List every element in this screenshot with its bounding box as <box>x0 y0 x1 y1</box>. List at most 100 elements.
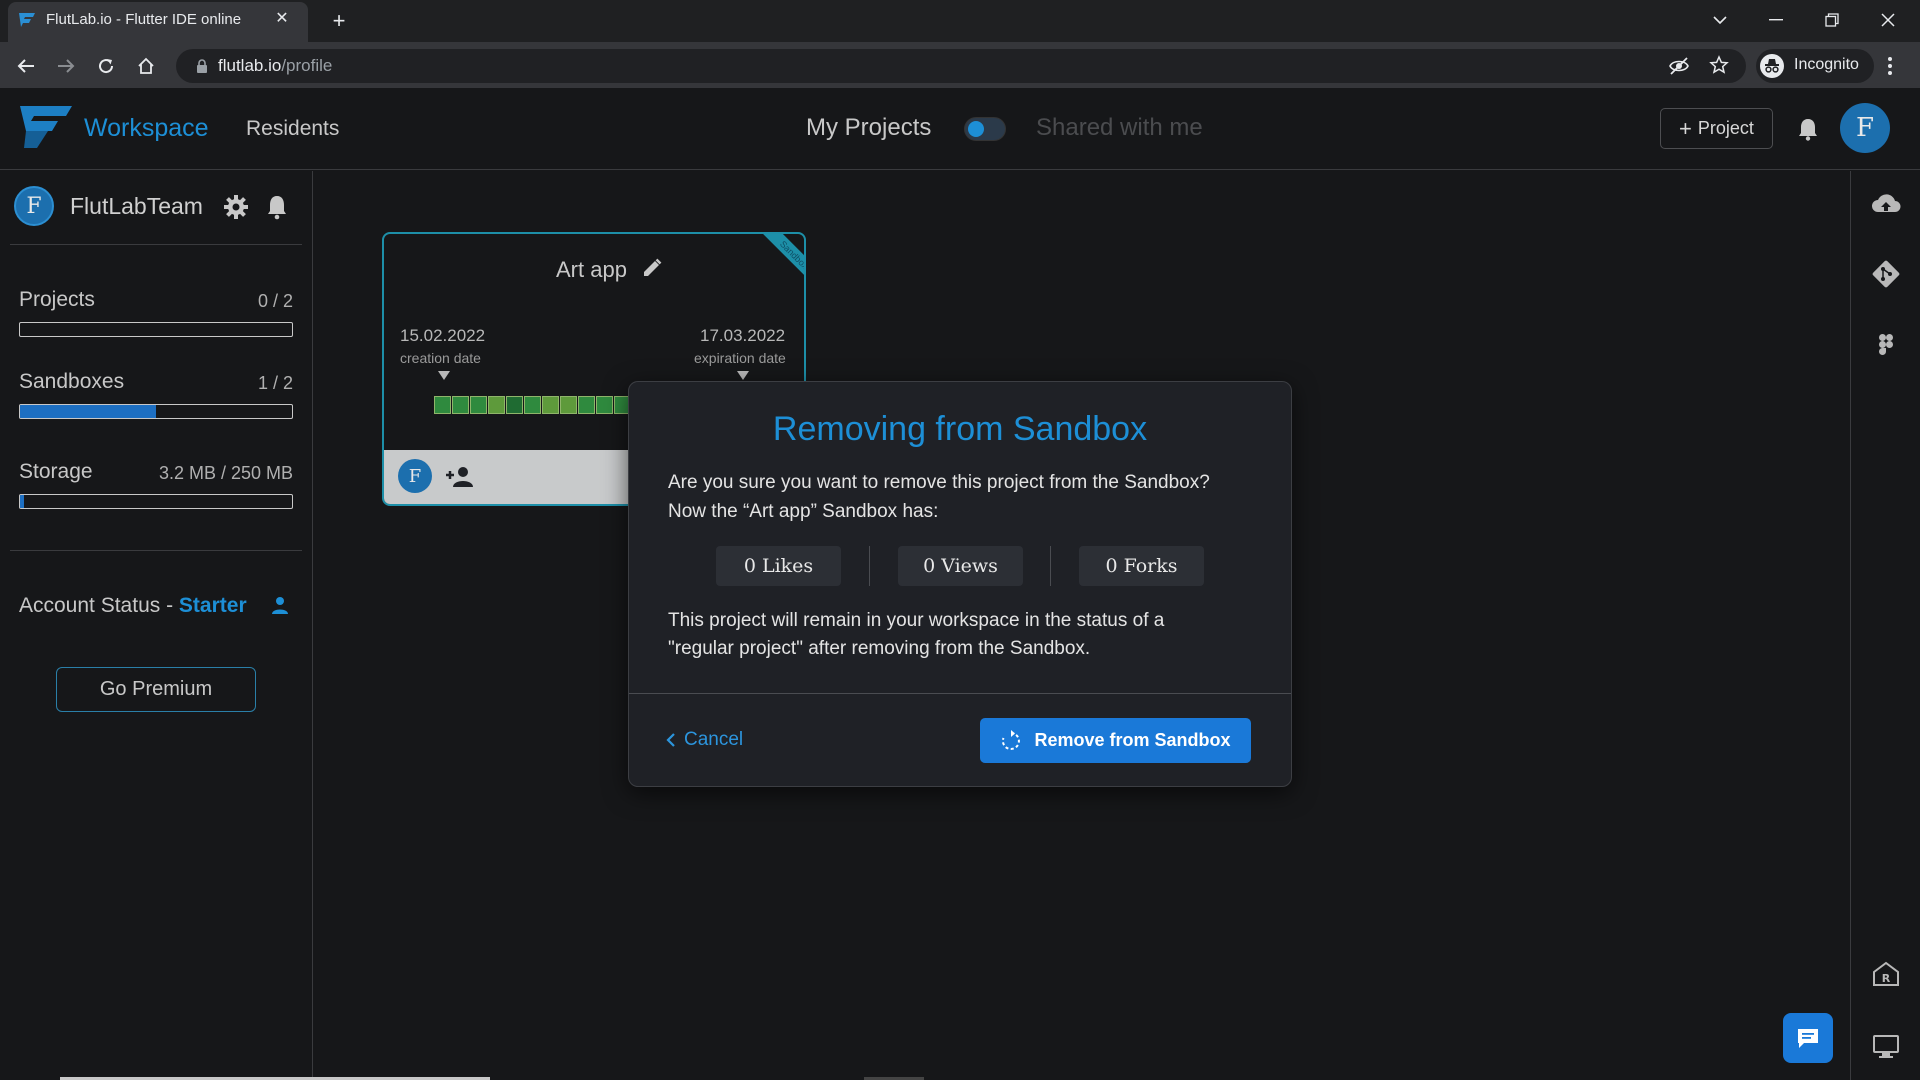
stat-separator <box>1050 546 1051 586</box>
sidebar-divider <box>10 550 302 551</box>
timeline-cell <box>524 396 541 414</box>
projects-count: 0 / 2 <box>257 291 293 311</box>
projects-label: Projects <box>19 288 95 311</box>
timeline-cell <box>578 396 595 414</box>
gear-icon[interactable] <box>223 194 249 220</box>
storage-count: 3.2 MB / 250 MB <box>158 463 293 483</box>
eye-off-icon[interactable] <box>1668 56 1690 76</box>
back-icon[interactable] <box>12 52 40 80</box>
expiration-date: 17.03.2022 <box>700 326 786 345</box>
creation-date: 15.02.2022 <box>400 326 486 345</box>
minimize-icon[interactable] <box>1748 0 1804 40</box>
chat-button[interactable] <box>1783 1013 1833 1063</box>
incognito-label: Incognito <box>1794 56 1859 73</box>
timeline-cell <box>434 396 451 414</box>
timeline-cell <box>506 396 523 414</box>
card-owner-avatar[interactable]: F <box>398 459 432 493</box>
project-title[interactable]: Art app <box>556 257 627 283</box>
sandboxes-label: Sandboxes <box>19 370 125 393</box>
tab-close-icon[interactable]: ✕ <box>272 9 292 29</box>
expiration-date-label: expiration date <box>694 350 786 366</box>
creation-date-label: creation date <box>400 350 481 366</box>
timeline-cell <box>542 396 559 414</box>
tab-title: FlutLab.io - Flutter IDE online <box>46 11 242 28</box>
views-stat: 0 Views <box>898 546 1023 586</box>
url-text[interactable]: flutlab.io/profile <box>218 56 332 76</box>
dialog-sandbox-has: Now the “Art app” Sandbox has: <box>668 501 939 522</box>
sandboxes-count: 1 / 2 <box>257 373 293 393</box>
incognito-icon <box>1760 54 1784 78</box>
timeline-cells <box>434 396 632 414</box>
restore-icon[interactable] <box>1804 0 1860 40</box>
timeline-cell <box>596 396 613 414</box>
address-bar[interactable] <box>176 49 1746 83</box>
sandboxes-progress-fill <box>20 405 156 418</box>
team-name[interactable]: FlutLabTeam <box>70 193 203 220</box>
account-tier[interactable]: Starter <box>179 594 247 617</box>
browser-menu-icon[interactable] <box>1887 56 1893 76</box>
user-avatar[interactable]: F <box>1840 103 1890 153</box>
desktop-icon[interactable] <box>1870 1030 1902 1062</box>
git-icon[interactable] <box>1870 258 1902 290</box>
restore-arrow-icon <box>1002 729 1021 750</box>
new-tab-icon[interactable]: + <box>326 8 352 34</box>
toggle-knob <box>968 121 984 137</box>
close-window-icon[interactable] <box>1860 0 1916 40</box>
team-avatar[interactable]: F <box>14 186 54 226</box>
add-user-icon[interactable] <box>445 465 475 489</box>
go-premium-button[interactable]: Go Premium <box>56 667 256 712</box>
sandbox-ribbon: Sandbox <box>740 234 804 298</box>
storage-progress-fill <box>20 495 24 508</box>
reload-icon[interactable] <box>92 52 120 80</box>
dialog-divider <box>629 693 1291 694</box>
creation-date-marker <box>438 371 450 380</box>
sandboxes-progress-bar <box>19 404 293 419</box>
account-status-label: Account Status - <box>19 594 179 617</box>
url-domain: flutlab.io <box>218 56 282 75</box>
figma-icon[interactable] <box>1870 330 1902 362</box>
storage-label: Storage <box>19 460 93 483</box>
my-projects-label[interactable]: My Projects <box>806 114 931 142</box>
home-icon[interactable] <box>132 52 160 80</box>
flutlab-logo-icon[interactable] <box>18 104 74 150</box>
cloud-upload-icon[interactable] <box>1870 188 1902 220</box>
dialog-note-line1: This project will remain in your workspa… <box>668 610 1165 631</box>
right-rail <box>1850 171 1920 1080</box>
registry-icon[interactable]: R <box>1870 958 1902 990</box>
svg-text:R: R <box>1882 972 1891 985</box>
timeline-cell <box>488 396 505 414</box>
storage-progress-bar <box>19 494 293 509</box>
lock-icon <box>197 59 207 73</box>
team-bell-icon[interactable] <box>266 194 288 220</box>
cancel-button[interactable]: Cancel <box>666 727 743 753</box>
timeline-cell <box>452 396 469 414</box>
expiration-date-marker <box>737 371 749 380</box>
nav-residents[interactable]: Residents <box>246 117 339 141</box>
chat-icon <box>1798 1029 1818 1048</box>
new-project-label: Project <box>1697 118 1754 138</box>
dialog-title: Removing from Sandbox <box>772 410 1148 448</box>
shared-with-me-label[interactable]: Shared with me <box>1036 114 1203 142</box>
dialog-note-line2: "regular project" after removing from th… <box>668 638 1091 659</box>
timeline-cell <box>470 396 487 414</box>
url-path: /profile <box>281 56 333 75</box>
projects-progress-bar <box>19 322 293 337</box>
star-icon[interactable] <box>1709 55 1729 75</box>
pencil-icon[interactable] <box>641 257 663 279</box>
tab-search-icon[interactable] <box>1692 0 1748 40</box>
cancel-label: Cancel <box>684 729 744 750</box>
chevron-left-icon <box>666 733 675 747</box>
plus-icon: + <box>1679 115 1692 141</box>
notifications-bell-icon[interactable] <box>1797 117 1819 141</box>
new-project-button[interactable]: + Project <box>1660 108 1773 149</box>
remove-from-sandbox-button[interactable]: Remove from Sandbox <box>980 718 1251 763</box>
forward-icon[interactable] <box>52 52 80 80</box>
remove-from-sandbox-label: Remove from Sandbox <box>1034 730 1231 750</box>
user-icon <box>272 597 288 614</box>
account-status: Account Status - Starter <box>19 594 247 618</box>
timeline-cell <box>560 396 577 414</box>
sidebar-divider <box>10 244 302 245</box>
likes-stat: 0 Likes <box>716 546 841 586</box>
nav-workspace[interactable]: Workspace <box>84 114 209 143</box>
dialog-question: Are you sure you want to remove this pro… <box>668 472 1210 493</box>
